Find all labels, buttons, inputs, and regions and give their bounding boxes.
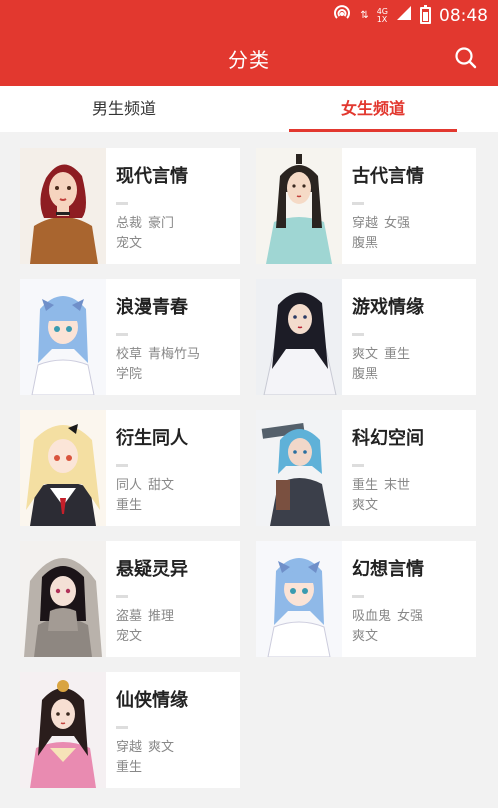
active-tab-indicator (289, 129, 457, 132)
category-tags: 盗墓 推理 宠文 (116, 607, 236, 647)
network-type: 4G 1X (376, 6, 388, 24)
search-icon[interactable] (454, 46, 478, 70)
data-arrows-icon: ⇅ (360, 10, 369, 21)
divider (352, 464, 364, 467)
divider (352, 202, 364, 205)
tag: 爽文 (148, 740, 175, 755)
category-name: 仙侠情缘 (116, 690, 188, 711)
tag: 穿越 (352, 216, 379, 231)
category-name: 现代言情 (116, 166, 188, 187)
divider (116, 595, 128, 598)
tag: 腹黑 (352, 367, 379, 382)
tag: 甜文 (148, 478, 175, 493)
divider (352, 333, 364, 336)
tag: 腹黑 (352, 236, 379, 251)
category-card[interactable]: 仙侠情缘 穿越 爽文 重生 (20, 672, 240, 788)
tag: 同人 (116, 478, 143, 493)
tag: 女强 (397, 609, 424, 624)
category-card[interactable]: 现代言情 总裁 豪门 宠文 (20, 148, 240, 264)
tag: 爽文 (352, 498, 379, 513)
tag: 推理 (148, 609, 175, 624)
category-cover-image (256, 279, 342, 395)
category-tags: 同人 甜文 重生 (116, 476, 236, 516)
category-tags: 穿越 女强 腹黑 (352, 214, 472, 254)
page-title: 分类 (228, 48, 270, 72)
category-tags: 总裁 豪门 宠文 (116, 214, 236, 254)
category-card[interactable]: 衍生同人 同人 甜文 重生 (20, 410, 240, 526)
category-card[interactable]: 游戏情缘 爽文 重生 腹黑 (256, 279, 476, 395)
tag: 吸血鬼 (352, 609, 392, 624)
divider (116, 333, 128, 336)
category-card[interactable]: 古代言情 穿越 女强 腹黑 (256, 148, 476, 264)
tag: 宠文 (116, 629, 143, 644)
category-cover-image (20, 410, 106, 526)
tag: 重生 (116, 760, 143, 775)
divider (116, 202, 128, 205)
category-tags: 爽文 重生 腹黑 (352, 345, 472, 385)
category-tags: 吸血鬼 女强 爽文 (352, 607, 472, 647)
category-card[interactable]: 科幻空间 重生 末世 爽文 (256, 410, 476, 526)
category-name: 游戏情缘 (352, 297, 424, 318)
tag: 重生 (352, 478, 379, 493)
tag: 青梅竹马 (148, 347, 201, 362)
status-time: 08:48 (439, 5, 488, 26)
category-cover-image (20, 148, 106, 264)
category-tags: 重生 末世 爽文 (352, 476, 472, 516)
category-name: 浪漫青春 (116, 297, 188, 318)
category-cover-image (256, 410, 342, 526)
tab-male-channel[interactable]: 男生频道 (40, 86, 208, 132)
category-name: 幻想言情 (352, 559, 424, 580)
tag: 总裁 (116, 216, 143, 231)
category-tags: 校草 青梅竹马 学院 (116, 345, 236, 385)
tag: 宠文 (116, 236, 143, 251)
tab-female-channel[interactable]: 女生频道 (289, 86, 457, 132)
category-cover-image (256, 541, 342, 657)
category-card[interactable]: 幻想言情 吸血鬼 女强 爽文 (256, 541, 476, 657)
category-name: 衍生同人 (116, 428, 188, 449)
category-card[interactable]: 悬疑灵异 盗墓 推理 宠文 (20, 541, 240, 657)
tag: 爽文 (352, 347, 379, 362)
divider (116, 726, 128, 729)
category-name: 古代言情 (352, 166, 424, 187)
tag: 学院 (116, 367, 143, 382)
tag: 女强 (384, 216, 411, 231)
tag: 盗墓 (116, 609, 143, 624)
signal-icon (396, 5, 412, 26)
battery-icon (420, 5, 431, 24)
app-bar: 分类 (0, 30, 498, 86)
category-cover-image (20, 279, 106, 395)
hotspot-icon (332, 4, 352, 27)
tag: 穿越 (116, 740, 143, 755)
tag: 末世 (384, 478, 411, 493)
tag: 爽文 (352, 629, 379, 644)
tag: 重生 (384, 347, 411, 362)
category-cover-image (20, 541, 106, 657)
status-bar: ⇅ 4G 1X 08:48 (0, 0, 498, 30)
tag: 重生 (116, 498, 143, 513)
tag: 校草 (116, 347, 143, 362)
category-name: 悬疑灵异 (116, 559, 188, 580)
category-tags: 穿越 爽文 重生 (116, 738, 236, 778)
channel-tabs: 男生频道 女生频道 (0, 86, 498, 132)
tab-female-label: 女生频道 (340, 99, 405, 118)
divider (116, 464, 128, 467)
tag: 豪门 (148, 216, 175, 231)
divider (352, 595, 364, 598)
category-name: 科幻空间 (352, 428, 424, 449)
category-card[interactable]: 浪漫青春 校草 青梅竹马 学院 (20, 279, 240, 395)
category-cover-image (256, 148, 342, 264)
category-cover-image (20, 672, 106, 788)
